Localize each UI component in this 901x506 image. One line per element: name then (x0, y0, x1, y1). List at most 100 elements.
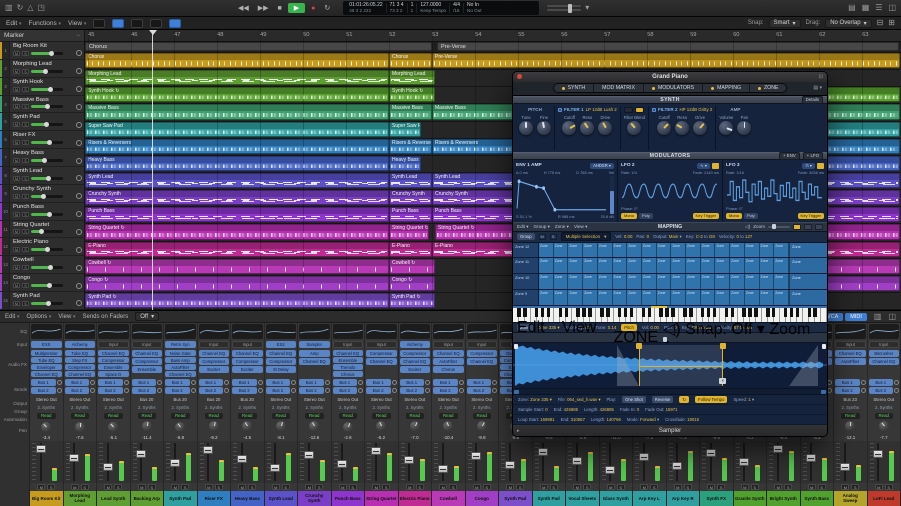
pan-knob[interactable] (76, 211, 82, 217)
sample-start-value[interactable]: 0 (545, 407, 547, 412)
zone-cell[interactable]: Zone (657, 274, 672, 289)
loop-length-value[interactable]: 140766 (607, 417, 621, 422)
automation-slot[interactable]: Read (332, 412, 365, 420)
solo-button[interactable]: S (22, 283, 29, 288)
send-level-knob[interactable] (492, 388, 497, 393)
strip-mute-button[interactable]: M (71, 484, 79, 490)
black-key[interactable] (813, 308, 817, 316)
eq-thumbnail[interactable] (333, 324, 364, 339)
drive-knob[interactable] (693, 121, 707, 135)
volume-value[interactable]: -9.8 (478, 435, 486, 440)
volume-value[interactable]: -7.7 (880, 435, 888, 440)
parallel-routing-button[interactable] (635, 107, 644, 113)
region[interactable]: Punch Bass (85, 207, 389, 222)
strip-name-label[interactable]: String Quartet (365, 491, 398, 506)
fx-slot[interactable]: Tremolo (333, 364, 364, 370)
zone-cell[interactable]: Zone (760, 243, 775, 258)
details-button[interactable]: Details (802, 96, 823, 104)
fx-slot[interactable]: Channel EQ (165, 371, 196, 377)
mute-button[interactable]: M (13, 212, 20, 217)
strip-mute-button[interactable]: M (238, 484, 246, 490)
eq-thumbnail[interactable] (199, 324, 230, 339)
pan-knob[interactable] (309, 421, 319, 431)
zone-param-zone[interactable]: Zone 335 ▾ (530, 397, 552, 402)
plugin-tab-synth[interactable]: SYNTH (554, 84, 595, 92)
zone-cell[interactable]: Zone (598, 243, 613, 258)
sample-start-handle[interactable] (514, 344, 518, 349)
track-header[interactable]: 4Massive BassMS (0, 96, 84, 114)
solo-button[interactable]: S (22, 158, 29, 163)
playhead[interactable] (152, 30, 153, 310)
volume-value[interactable]: -12.6 (309, 435, 319, 440)
track-header[interactable]: 6Riser FXMS (0, 131, 84, 149)
lfo2-sync-icon[interactable] (712, 163, 719, 169)
filter-preset-label[interactable]: LP 12dB Lush 2 (586, 107, 617, 112)
zone-cell[interactable]: Zone (613, 258, 628, 273)
fader-handle[interactable] (337, 460, 347, 468)
zone-mapping-grid[interactable]: Zone 12ZoneZoneZoneZoneZoneZoneZoneZoneZ… (513, 243, 827, 307)
env-attack-value[interactable]: A 0 ms (516, 170, 528, 175)
group-slot[interactable]: 2. Synths (432, 404, 465, 412)
group-slot[interactable]: 2. Synths (298, 404, 331, 412)
zone-cell[interactable]: Zone (686, 274, 701, 289)
black-key[interactable] (624, 308, 628, 316)
send-level-knob[interactable] (425, 380, 430, 385)
strip-name-label[interactable]: Analog Sweep (834, 491, 867, 506)
keyboard-view-icon[interactable] (793, 224, 801, 230)
strip-name-label[interactable]: Synth Pad (533, 491, 566, 506)
send-slot[interactable]: Bus 2 (232, 387, 257, 394)
output-slot[interactable]: Bus 20 (131, 395, 164, 404)
send-level-knob[interactable] (492, 380, 497, 385)
fx-slot[interactable]: Step FX (65, 357, 96, 363)
strip-solo-button[interactable]: S (818, 484, 826, 490)
solo-button[interactable]: S (22, 212, 29, 217)
zone-cell[interactable]: Zone (642, 290, 657, 305)
fader-handle[interactable] (170, 459, 180, 467)
volume-slider[interactable] (31, 248, 63, 251)
fader-handle[interactable] (672, 462, 682, 470)
output-slot[interactable]: Stereo Out (466, 395, 499, 404)
pan-knob[interactable] (343, 422, 353, 432)
automation-icon[interactable] (169, 19, 181, 28)
fader-handle[interactable] (304, 451, 314, 459)
fx-slot[interactable]: Channel EQ (467, 358, 498, 365)
send-slot[interactable]: Bus 1 (433, 379, 458, 386)
fx-slot[interactable]: Channel EQ (232, 350, 263, 357)
sample-length-value[interactable]: 426885 (600, 407, 614, 412)
solo-button[interactable]: S (22, 104, 29, 109)
zone-cell[interactable]: Zone (627, 243, 642, 258)
mixer-tab-midi[interactable]: MIDI (845, 313, 867, 321)
track-header[interactable]: 11String QuartetMS (0, 221, 84, 239)
loop-mode-icon[interactable]: ↻ (679, 396, 689, 403)
plugin-titlebar[interactable]: Grand Piano ⊡ (513, 72, 827, 82)
group-slot[interactable]: 2. Synths (365, 404, 398, 412)
strip-solo-button[interactable]: S (215, 484, 223, 490)
browser-icon[interactable]: ◫ (888, 4, 896, 12)
strip-mute-button[interactable]: M (841, 484, 849, 490)
catch-playhead-icon[interactable] (112, 19, 124, 28)
sample-end-handle[interactable] (822, 344, 826, 349)
solo-button[interactable]: S (22, 301, 29, 306)
output-slot[interactable]: Bus 20 (164, 395, 197, 404)
zone-cell[interactable]: Zone (715, 274, 730, 289)
strip-solo-button[interactable]: S (47, 484, 55, 490)
mixer-wide-icon[interactable]: ◫ (888, 313, 896, 321)
solo-button[interactable]: S (22, 247, 29, 252)
pan-knob[interactable] (76, 104, 82, 110)
group-velocity-high[interactable]: 127 (745, 234, 752, 239)
group-slot[interactable]: 2. Synths (231, 404, 264, 412)
region[interactable]: Morphing Lead (85, 70, 389, 85)
black-key[interactable] (689, 308, 693, 316)
strip-solo-button[interactable]: S (449, 484, 457, 490)
send-slot[interactable]: Bus 2 (165, 387, 190, 394)
fader-handle[interactable] (773, 445, 783, 453)
send-slot[interactable]: Bus 1 (333, 379, 358, 386)
track-header[interactable]: 10Punch BassMS (0, 203, 84, 221)
volume-slider[interactable] (31, 177, 63, 180)
automation-slot[interactable]: Read (834, 412, 867, 420)
lfo2-phase-value[interactable]: Phase: 0° (621, 206, 638, 211)
send-slot[interactable]: Bus 2 (299, 387, 324, 394)
group-slot[interactable]: 2. Synths (97, 404, 130, 412)
black-key[interactable] (790, 308, 794, 316)
group-solo-button[interactable]: S (550, 234, 557, 240)
